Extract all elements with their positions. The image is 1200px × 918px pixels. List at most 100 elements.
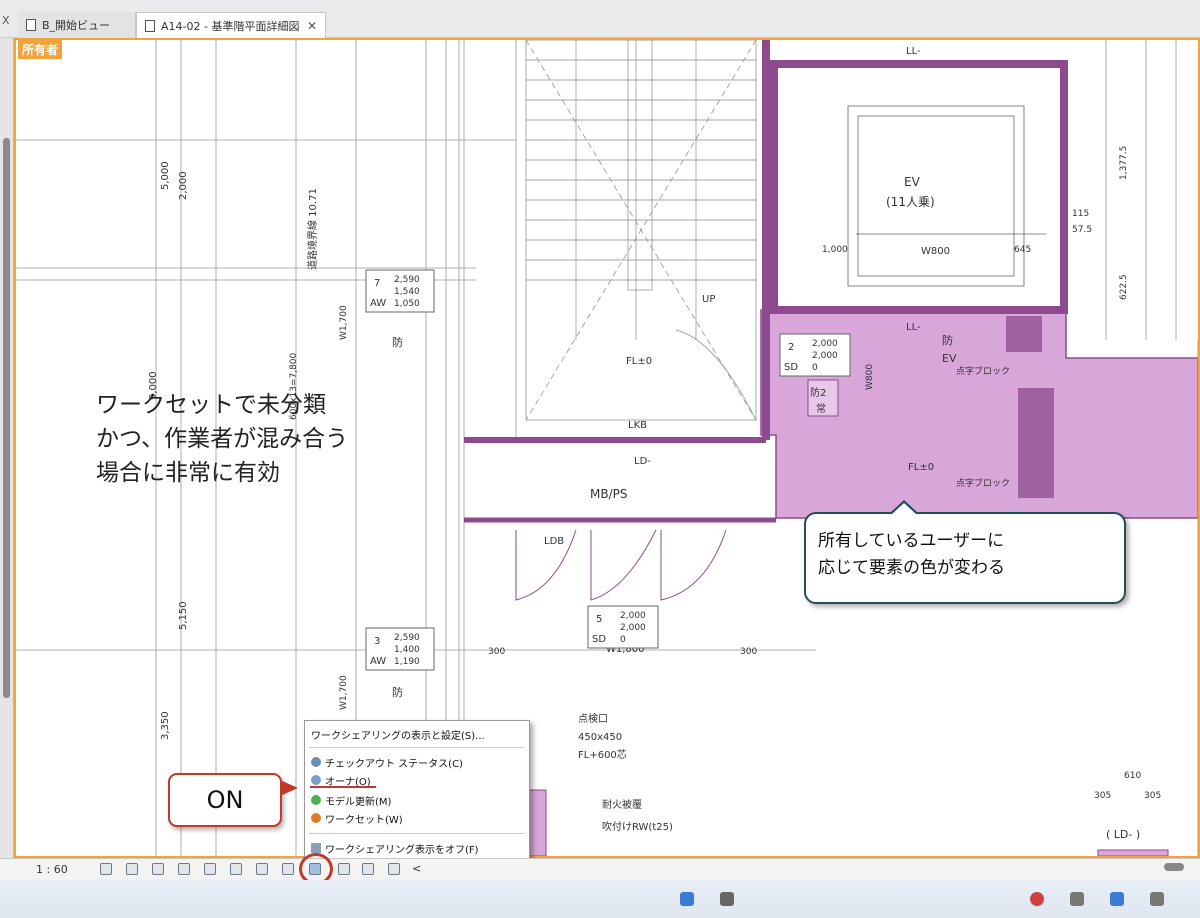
owner-icon [311,775,321,785]
tag-aw1-num: 7 [374,278,380,289]
tag-bou2: 防2 [810,386,826,399]
menu-item-label: ワークセット(W) [325,814,403,826]
sun-path-icon[interactable] [152,863,164,875]
tag-sd1-num: 2 [788,342,794,353]
crop-view-icon[interactable] [204,863,216,875]
plan-ll-1: LL- [906,46,921,57]
menu-item-worksets[interactable]: ワークセット(W) [305,809,529,827]
menu-separator [309,747,525,748]
menu-item-checkout-status[interactable]: チェックアウト ステータス(C) [305,753,529,771]
app-icon[interactable] [1070,892,1084,906]
app-icon[interactable] [1150,892,1164,906]
tab-start-view[interactable]: B_開始ビュー [18,12,136,38]
view-control-bar: 1 : 60 < [0,858,1200,880]
detail-level-icon[interactable] [100,863,112,875]
plan-boshi-3: 防 [942,333,953,347]
highlight-displacement-icon[interactable] [362,863,374,875]
plan-fl0-2: FL±0 [908,462,934,473]
plan-tenji-1: 点字ブロック [956,365,1010,377]
plan-dim-57-5: 57.5 [1072,225,1092,235]
windows-taskbar [0,880,1200,918]
vertical-scrollbar[interactable] [3,138,10,698]
plan-dim-5000: 5,000 [160,161,171,190]
on-badge-pointer [280,780,298,796]
owner-highlight-underline [310,786,376,788]
menu-item-worksharing-settings[interactable]: ワークシェアリングの表示と設定(S)... [305,725,529,743]
tag-sd2-v2: 2,000 [620,623,646,633]
plan-ld-2: ( LD- ) [1106,828,1140,841]
plan-fl0-1: FL±0 [626,356,652,367]
search-icon[interactable] [720,892,734,906]
annotation-line-3: 場合に非常に有効 [96,460,280,486]
tag-aw1-v3: 1,050 [394,299,420,309]
menu-item-model-updates[interactable]: モデル更新(M) [305,791,529,809]
tag-aw2-v2: 1,400 [394,645,420,655]
tag-aw2-type: AW [370,656,386,667]
app-icon[interactable] [1110,892,1124,906]
on-badge: ON [168,773,282,827]
temporary-hide-icon[interactable] [256,863,268,875]
plan-tenkenko-size: 450x450 [578,732,622,743]
refresh-icon [311,795,321,805]
plan-ev-capacity: (11人乗) [886,195,935,209]
document-icon [26,19,36,31]
app-icon[interactable] [1030,892,1044,906]
shadows-icon[interactable] [178,863,190,875]
chevron-left-icon[interactable]: < [412,862,421,875]
plan-dim-300a: 300 [488,647,505,657]
plan-w800: W800 [921,246,950,257]
tag-sd1-type: SD [784,362,798,373]
plan-ll-2: LL- [906,322,921,333]
left-panel-strip [0,38,14,858]
close-panel-icon[interactable]: X [2,14,10,27]
close-tab-icon[interactable]: ✕ [307,19,317,33]
plan-dim-2000: 2,000 [178,171,189,200]
plan-taika-2: 吹付けRW(t25) [602,820,673,833]
view-scale[interactable]: 1 : 60 [36,863,68,876]
plan-dim-1000: 1,000 [822,245,848,255]
reveal-hidden-icon[interactable] [282,863,294,875]
analytical-model-icon[interactable] [338,863,350,875]
tag-sd2-num: 5 [596,614,602,625]
tag-sd2-type: SD [592,634,606,645]
plan-dim-305b: 305 [1144,791,1161,801]
tag-aw1-v2: 1,540 [394,287,420,297]
tab-label: A14-02 - 基準階平面詳細図 [161,19,300,33]
plan-ev-small: EV [942,352,957,365]
tab-floor-plan-detail[interactable]: A14-02 - 基準階平面詳細図 ✕ [136,12,326,38]
visual-style-icon[interactable] [126,863,138,875]
tag-sd1-v1: 2,000 [812,339,838,349]
callout-line-2: 応じて要素の色が変わる [818,558,1005,578]
annotation-line-2: かつ、作業者が混み合う [96,426,349,452]
plan-dim-5150: 5,150 [178,601,189,630]
plan-ev-title: EV [904,175,921,189]
windows-start-icon[interactable] [680,892,694,906]
plan-mbps: MB/PS [590,487,627,501]
tag-sd2-v1: 2,000 [620,611,646,621]
show-crop-region-icon[interactable] [230,863,242,875]
reveal-constraints-icon[interactable] [388,863,400,875]
plan-dim-645: 645 [1014,245,1031,255]
plan-dim-305a: 305 [1094,791,1111,801]
horizontal-scrollbar[interactable] [1164,863,1184,871]
plan-boshi-1: 防 [392,335,403,349]
plan-tenkenko-fl: FL+600芯 [578,748,627,761]
plan-up: UP [702,294,715,305]
plan-ldb: LDB [544,536,564,547]
callout-line-1: 所有しているユーザーに [818,531,1005,551]
tag-bou2-sub: 常 [816,402,826,415]
plan-dim-622: 622.5 [1119,274,1129,300]
plan-dim-610: 610 [1124,771,1141,781]
tag-aw1-v1: 2,590 [394,275,420,285]
menu-item-turn-off-worksharing-display[interactable]: ワークシェアリング表示をオフ(F) [305,839,529,857]
plan-w1700a: W1,700 [339,305,349,340]
document-tab-bar: X B_開始ビュー A14-02 - 基準階平面詳細図 ✕ [0,0,1200,38]
plan-dim-115: 115 [1072,209,1089,219]
plan-taika-1: 耐火被覆 [602,798,642,811]
tab-label: B_開始ビュー [42,19,111,32]
worksharing-display-menu: ワークシェアリングの表示と設定(S)... チェックアウト ステータス(C) オ… [304,720,530,860]
menu-item-label: ワークシェアリング表示をオフ(F) [325,844,479,856]
tag-aw2-v3: 1,190 [394,657,420,667]
tag-aw1-type: AW [370,298,386,309]
menu-item-label: ワークシェアリングの表示と設定(S)... [311,730,485,742]
